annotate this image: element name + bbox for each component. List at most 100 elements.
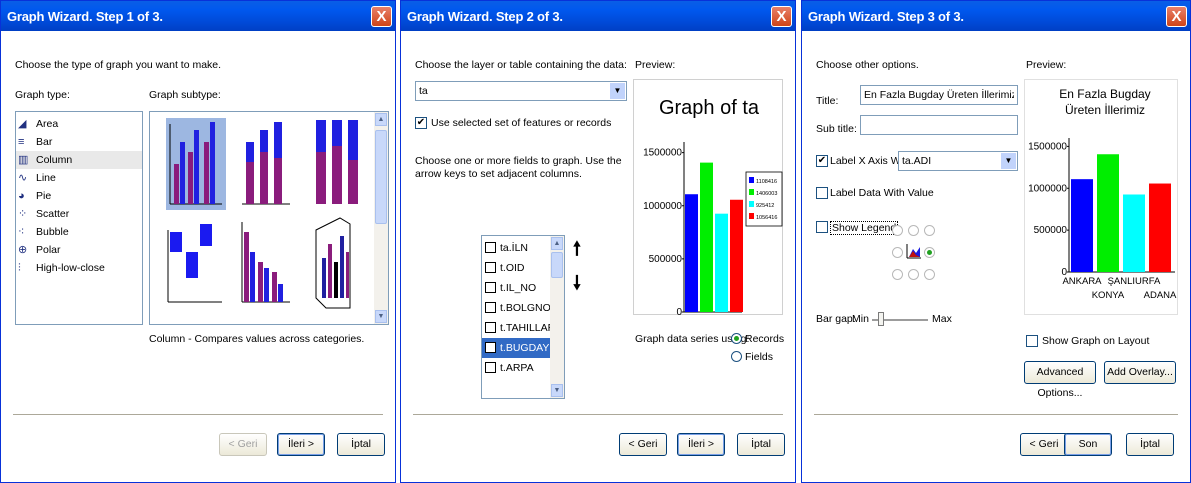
cancel-button[interactable]: İptal: [737, 433, 785, 456]
preview-label: Preview:: [635, 59, 676, 71]
graph-type-item[interactable]: ◕ Pie: [16, 187, 142, 205]
subtype-stacked-column[interactable]: [242, 122, 290, 205]
field-list-item[interactable]: t.TAHILLAR: [482, 318, 555, 338]
field-checkbox[interactable]: ✔: [485, 342, 496, 353]
subtype-percent-column[interactable]: [316, 120, 358, 204]
graph-type-item[interactable]: ⫶ High-low-close: [16, 259, 142, 277]
scroll-down-arrow[interactable]: ▼: [375, 310, 387, 323]
field-checkbox[interactable]: [485, 322, 496, 333]
legend-pos-bottom-center[interactable]: [908, 269, 919, 280]
label-x-axis-value: ta.ADI: [902, 155, 932, 167]
legend-pos-bottom-left[interactable]: [892, 269, 903, 280]
finish-button[interactable]: Son: [1064, 433, 1112, 456]
legend-pos-top-right[interactable]: [924, 225, 935, 236]
high-low-close-icon: ⫶: [18, 262, 21, 274]
graph-type-item[interactable]: ◢ Area: [16, 115, 142, 133]
advanced-options-button[interactable]: Advanced Options...: [1024, 361, 1096, 399]
graph-type-label: Bubble: [36, 226, 69, 238]
field-list-item[interactable]: ta.İLN: [482, 238, 550, 258]
subtype-scrollbar[interactable]: ▲ ▼: [374, 112, 388, 324]
field-checkbox[interactable]: [485, 362, 496, 373]
use-selected-checkbox[interactable]: ✔: [415, 117, 427, 129]
field-label: t.TAHILLAR: [500, 322, 556, 334]
separator: [814, 414, 1178, 416]
subtype-3d-column[interactable]: [315, 217, 351, 309]
move-down-arrow-icon[interactable]: 🠗: [567, 271, 587, 297]
graph-type-item[interactable]: ∿ Line: [16, 169, 142, 187]
graph-type-list[interactable]: ◢ Area ≡ Bar ▥ Column ∿ Line ◕ Pie ⁘ Scatter ⁖ Bubble…: [15, 111, 143, 325]
field-label: t.BUGDAY: [500, 342, 550, 354]
cancel-button[interactable]: İptal: [337, 433, 385, 456]
field-checkbox[interactable]: [485, 282, 496, 293]
close-button[interactable]: X: [1166, 6, 1187, 27]
next-button[interactable]: İleri >: [677, 433, 725, 456]
cancel-button[interactable]: İptal: [1126, 433, 1174, 456]
graph-type-item[interactable]: ▥ Column: [16, 151, 142, 169]
field-checkbox[interactable]: [485, 302, 496, 313]
fields-radio[interactable]: [731, 351, 742, 362]
legend-swatch: [749, 201, 754, 207]
scroll-thumb[interactable]: [551, 252, 563, 278]
scroll-down-arrow[interactable]: ▼: [551, 384, 563, 397]
legend-pos-top-center[interactable]: [908, 225, 919, 236]
add-overlay-button[interactable]: Add Overlay...: [1104, 361, 1176, 384]
close-button[interactable]: X: [371, 6, 392, 27]
label-x-axis-select[interactable]: ta.ADI ▼: [898, 151, 1018, 171]
back-button[interactable]: < Geri: [619, 433, 667, 456]
legend-chart-icon: [906, 244, 921, 259]
legend-pos-middle-right[interactable]: [924, 247, 935, 258]
graph-type-label: Column: [36, 154, 73, 166]
preview-chart: Graph of ta 1500000 1000000 500000 0 1108416 1…: [643, 97, 783, 318]
layer-select[interactable]: ta ▼: [415, 81, 627, 101]
field-checkbox[interactable]: [485, 242, 496, 253]
fields-scrollbar[interactable]: ▲ ▼: [550, 236, 564, 398]
next-button[interactable]: İleri >: [277, 433, 325, 456]
separator: [13, 414, 383, 416]
graph-subtype-list[interactable]: ▲ ▼: [149, 111, 389, 325]
scroll-up-arrow[interactable]: ▲: [551, 237, 563, 250]
chevron-down-icon[interactable]: ▼: [1001, 153, 1016, 169]
field-list-item[interactable]: t.BOLGNO: [482, 298, 551, 318]
chevron-down-icon[interactable]: ▼: [610, 83, 625, 99]
preview-label: Preview:: [1026, 59, 1067, 71]
show-legend-checkbox[interactable]: [816, 221, 828, 233]
move-up-arrow-icon[interactable]: 🠕: [567, 237, 587, 263]
title-field[interactable]: [860, 85, 1018, 105]
graph-type-item[interactable]: ⊕ Polar: [16, 241, 142, 259]
y-tick-label: 500000: [1034, 225, 1068, 236]
legend-pos-top-left[interactable]: [892, 225, 903, 236]
subtitle-input[interactable]: [861, 116, 1017, 134]
subtype-clustered-column[interactable]: [166, 118, 226, 210]
x-tick-label: ANKARA: [1062, 276, 1102, 287]
back-button[interactable]: < Geri: [1020, 433, 1068, 456]
graph-type-item[interactable]: ⁖ Bubble: [16, 223, 142, 241]
polar-chart-icon: ⊕: [18, 244, 28, 256]
y-tick-label: 0: [676, 307, 682, 316]
close-button[interactable]: X: [771, 6, 792, 27]
back-button[interactable]: < Geri: [219, 433, 267, 456]
legend-pos-bottom-right[interactable]: [924, 269, 935, 280]
graph-type-item[interactable]: ≡ Bar: [16, 133, 142, 151]
line-chart-icon: ∿: [18, 172, 28, 184]
field-checkbox[interactable]: [485, 262, 496, 273]
field-list-item[interactable]: t.IL_NO: [482, 278, 550, 298]
field-list-item[interactable]: t.ARPA: [482, 358, 550, 378]
subtype-step-column[interactable]: [241, 222, 290, 303]
legend-pos-middle-left[interactable]: [892, 247, 903, 258]
preview-chart: En Fazla Bugday Üreten İllerimiz 1500000 10…: [1028, 87, 1177, 301]
label-data-checkbox[interactable]: [816, 187, 828, 199]
show-graph-layout-checkbox[interactable]: [1026, 335, 1038, 347]
graph-type-item[interactable]: ⁘ Scatter: [16, 205, 142, 223]
field-list-item[interactable]: ✔ t.BUGDAY: [482, 338, 550, 358]
field-list-item[interactable]: t.OID: [482, 258, 550, 278]
fields-list[interactable]: ta.İLN t.OID t.IL_NO t.BOLGNO t.TAHILLAR ✔ t.B…: [481, 235, 565, 399]
title-input[interactable]: [861, 86, 1017, 104]
scroll-thumb[interactable]: [375, 130, 387, 224]
use-selected-label: Use selected set of features or records: [431, 117, 612, 129]
label-x-axis-checkbox[interactable]: ✔: [816, 155, 828, 167]
records-radio[interactable]: [731, 333, 742, 344]
subtitle-field[interactable]: [860, 115, 1018, 135]
scroll-up-arrow[interactable]: ▲: [375, 113, 387, 126]
subtype-floating-column[interactable]: [167, 224, 222, 303]
bar-gap-slider-thumb[interactable]: [878, 312, 884, 326]
